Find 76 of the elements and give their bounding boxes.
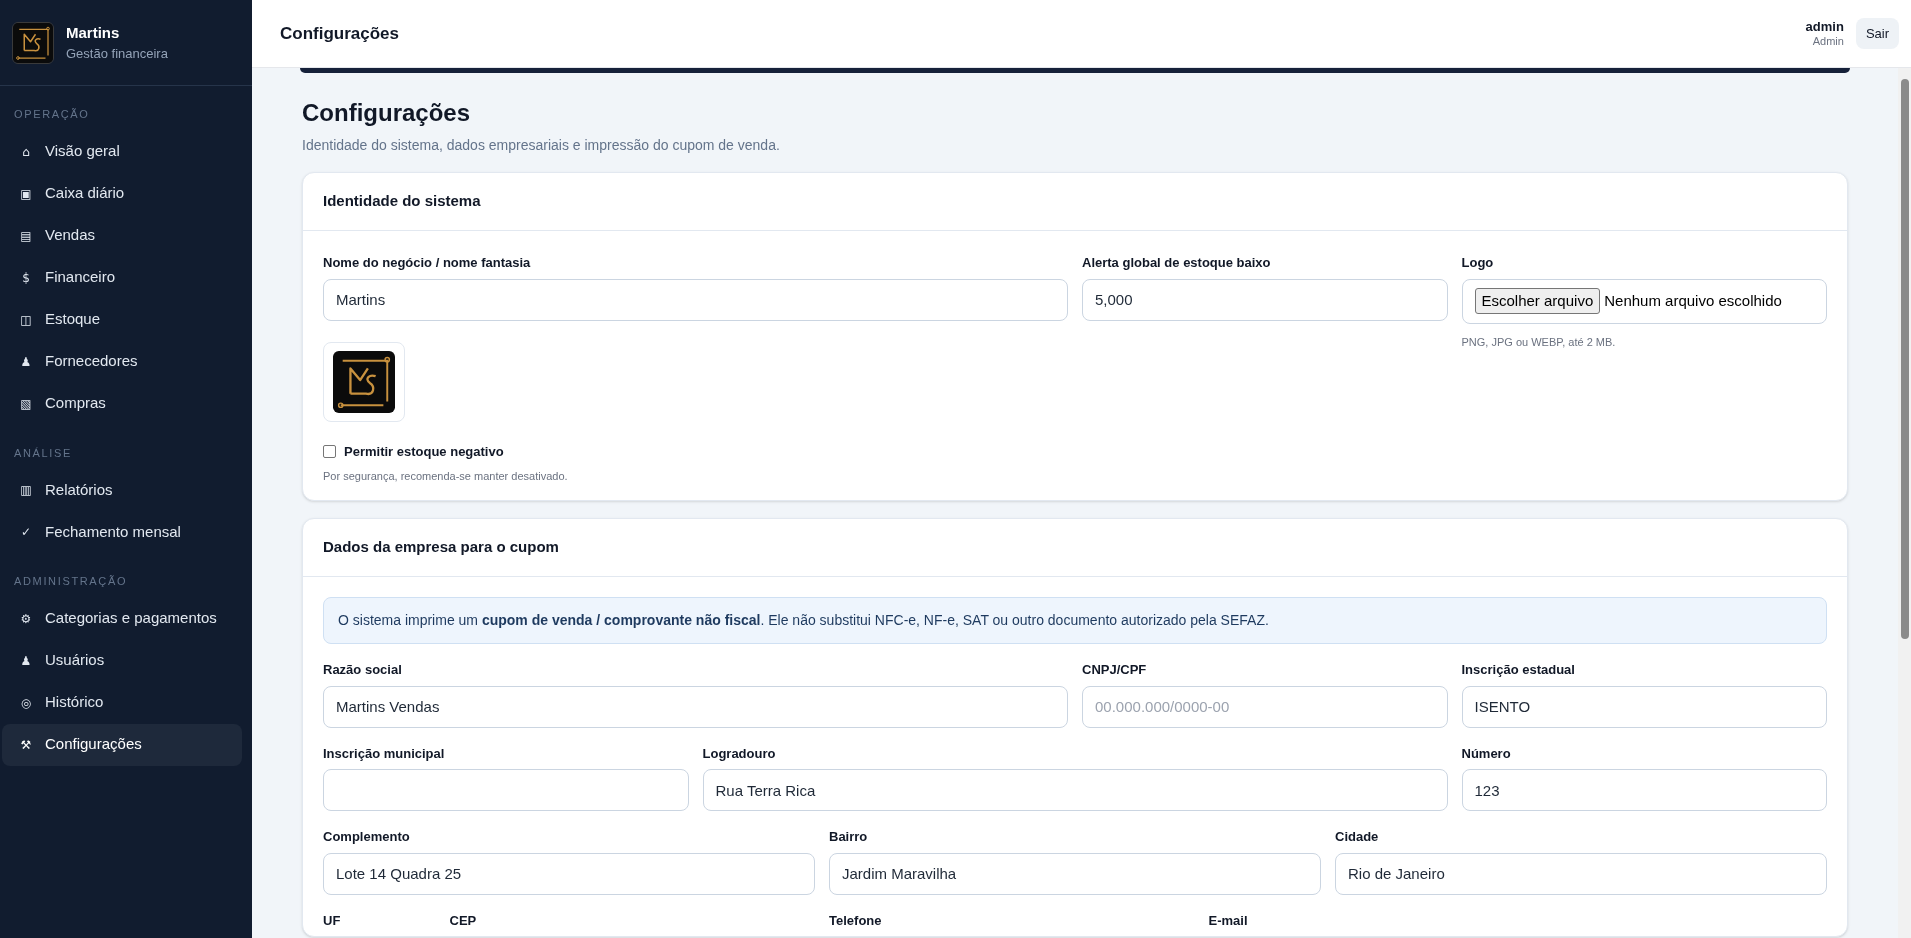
- section-heading: ANÁLISE: [13, 445, 73, 461]
- input-field[interactable]: 00.000.000/0000-00: [1082, 685, 1448, 728]
- field-hint: PNG, JPG ou WEBP, até 2 MB.: [1461, 334, 1617, 350]
- input-field[interactable]: 5,000: [1082, 278, 1448, 321]
- field-label: UF: [323, 911, 342, 930]
- field-label: CEP: [449, 911, 478, 930]
- field-label: Complemento: [323, 828, 411, 846]
- input-field[interactable]: ISENTO: [1461, 685, 1827, 728]
- field-label: Inscrição estadual: [1461, 661, 1576, 679]
- input-field[interactable]: Lote 14 Quadra 25: [323, 852, 815, 895]
- field-label: Nome do negócio / nome fantasia: [323, 254, 532, 272]
- logo-image: [331, 351, 397, 413]
- nav-item[interactable]: ♟ Fornecedores: [2, 340, 242, 383]
- logout-button[interactable]: Sair: [1855, 17, 1899, 50]
- choose-file-button[interactable]: Escolher arquivo: [1474, 287, 1601, 315]
- info-note: O sistema imprime um cupom de venda / comprovante não fiscal. Ele não substitui NFC-e, NF-e, SAT ou outro documento autorizado pela SEFAZ.: [323, 597, 1827, 644]
- page-subtitle: Identidade do sistema, dados empresariais e impressão do cupom de venda.: [302, 136, 781, 155]
- brand-subtitle: Gestão financeira: [66, 45, 168, 63]
- input-field[interactable]: Martins: [323, 278, 1068, 321]
- field-label: Logo: [1461, 254, 1495, 272]
- nav-icon: ◎: [19, 693, 33, 712]
- nav-icon: ⚒: [19, 735, 33, 754]
- nav-item[interactable]: ▧ Compras: [2, 382, 242, 425]
- file-status: Nenhum arquivo escolhido: [1604, 290, 1782, 311]
- header-title: Configurações: [280, 22, 400, 45]
- field-label: E-mail: [1208, 911, 1249, 930]
- nav-icon: ▣: [19, 184, 33, 203]
- file-input[interactable]: Escolher arquivo Nenhum arquivo escolhido: [1461, 278, 1827, 324]
- card-title: Dados da empresa para o cupom: [323, 537, 559, 558]
- field-label: Cidade: [1335, 828, 1380, 846]
- nav-item[interactable]: ♟ Usuários: [2, 639, 242, 682]
- checkbox-label: Permitir estoque negativo: [344, 443, 504, 461]
- nav-icon: ♟: [19, 651, 33, 670]
- nav-item[interactable]: $ Financeiro: [2, 256, 242, 299]
- nav-icon: ✓: [19, 523, 33, 541]
- page-title: Configurações: [302, 98, 472, 128]
- nav-item[interactable]: ◫ Estoque: [2, 298, 242, 341]
- brand-name: Martins: [66, 22, 121, 43]
- nav-item[interactable]: ⌂ Visão geral: [2, 130, 242, 173]
- input-field[interactable]: Rio de Janeiro: [1335, 852, 1827, 895]
- field-label: Razão social: [323, 661, 403, 679]
- user-role: Admin: [1812, 34, 1844, 49]
- nav-icon: ▧: [19, 394, 33, 413]
- field-label: CNPJ/CPF: [1082, 661, 1148, 679]
- field-label: Telefone: [829, 911, 883, 930]
- nav-item[interactable]: ▤ Vendas: [2, 214, 242, 257]
- nav-icon: ▥: [19, 481, 33, 499]
- input-field[interactable]: Rua Terra Rica: [702, 769, 1448, 811]
- nav-icon: ◫: [19, 310, 33, 329]
- user-name: admin: [1805, 18, 1844, 35]
- card-title: Identidade do sistema: [323, 191, 481, 212]
- input-field[interactable]: Jardim Maravilha: [829, 852, 1321, 895]
- nav-item[interactable]: ▣ Caixa diário: [2, 172, 242, 215]
- nav-icon: ▤: [19, 226, 33, 245]
- input-field[interactable]: [323, 769, 689, 811]
- field-label: Alerta global de estoque baixo: [1082, 254, 1272, 272]
- nav-icon: ⌂: [19, 142, 33, 161]
- nav-item[interactable]: ✓ Fechamento mensal: [2, 511, 242, 553]
- field-label: Logradouro: [702, 744, 777, 763]
- field-label: Bairro: [829, 828, 869, 846]
- nav-item[interactable]: ◎ Histórico: [2, 681, 242, 724]
- nav-icon: $: [19, 268, 33, 287]
- nav-item[interactable]: ⚙ Categorias e pagamentos: [2, 597, 242, 640]
- brand-logo: [12, 21, 54, 64]
- section-heading: OPERAÇÃO: [13, 107, 91, 122]
- input-field[interactable]: 123: [1461, 769, 1827, 811]
- section-heading: ADMINISTRAÇÃO: [13, 574, 129, 589]
- field-label: Inscrição municipal: [323, 744, 446, 763]
- nav-icon: ⚙: [19, 609, 33, 628]
- checkbox[interactable]: [323, 445, 336, 459]
- field-label: Número: [1461, 744, 1512, 763]
- nav-item[interactable]: ⚒ Configurações: [2, 723, 242, 766]
- checkbox-hint: Por segurança, recomenda-se manter desativado.: [323, 468, 569, 484]
- input-field[interactable]: Martins Vendas: [323, 685, 1068, 728]
- nav-icon: ♟: [19, 352, 33, 371]
- nav-item[interactable]: ▥ Relatórios: [2, 469, 242, 511]
